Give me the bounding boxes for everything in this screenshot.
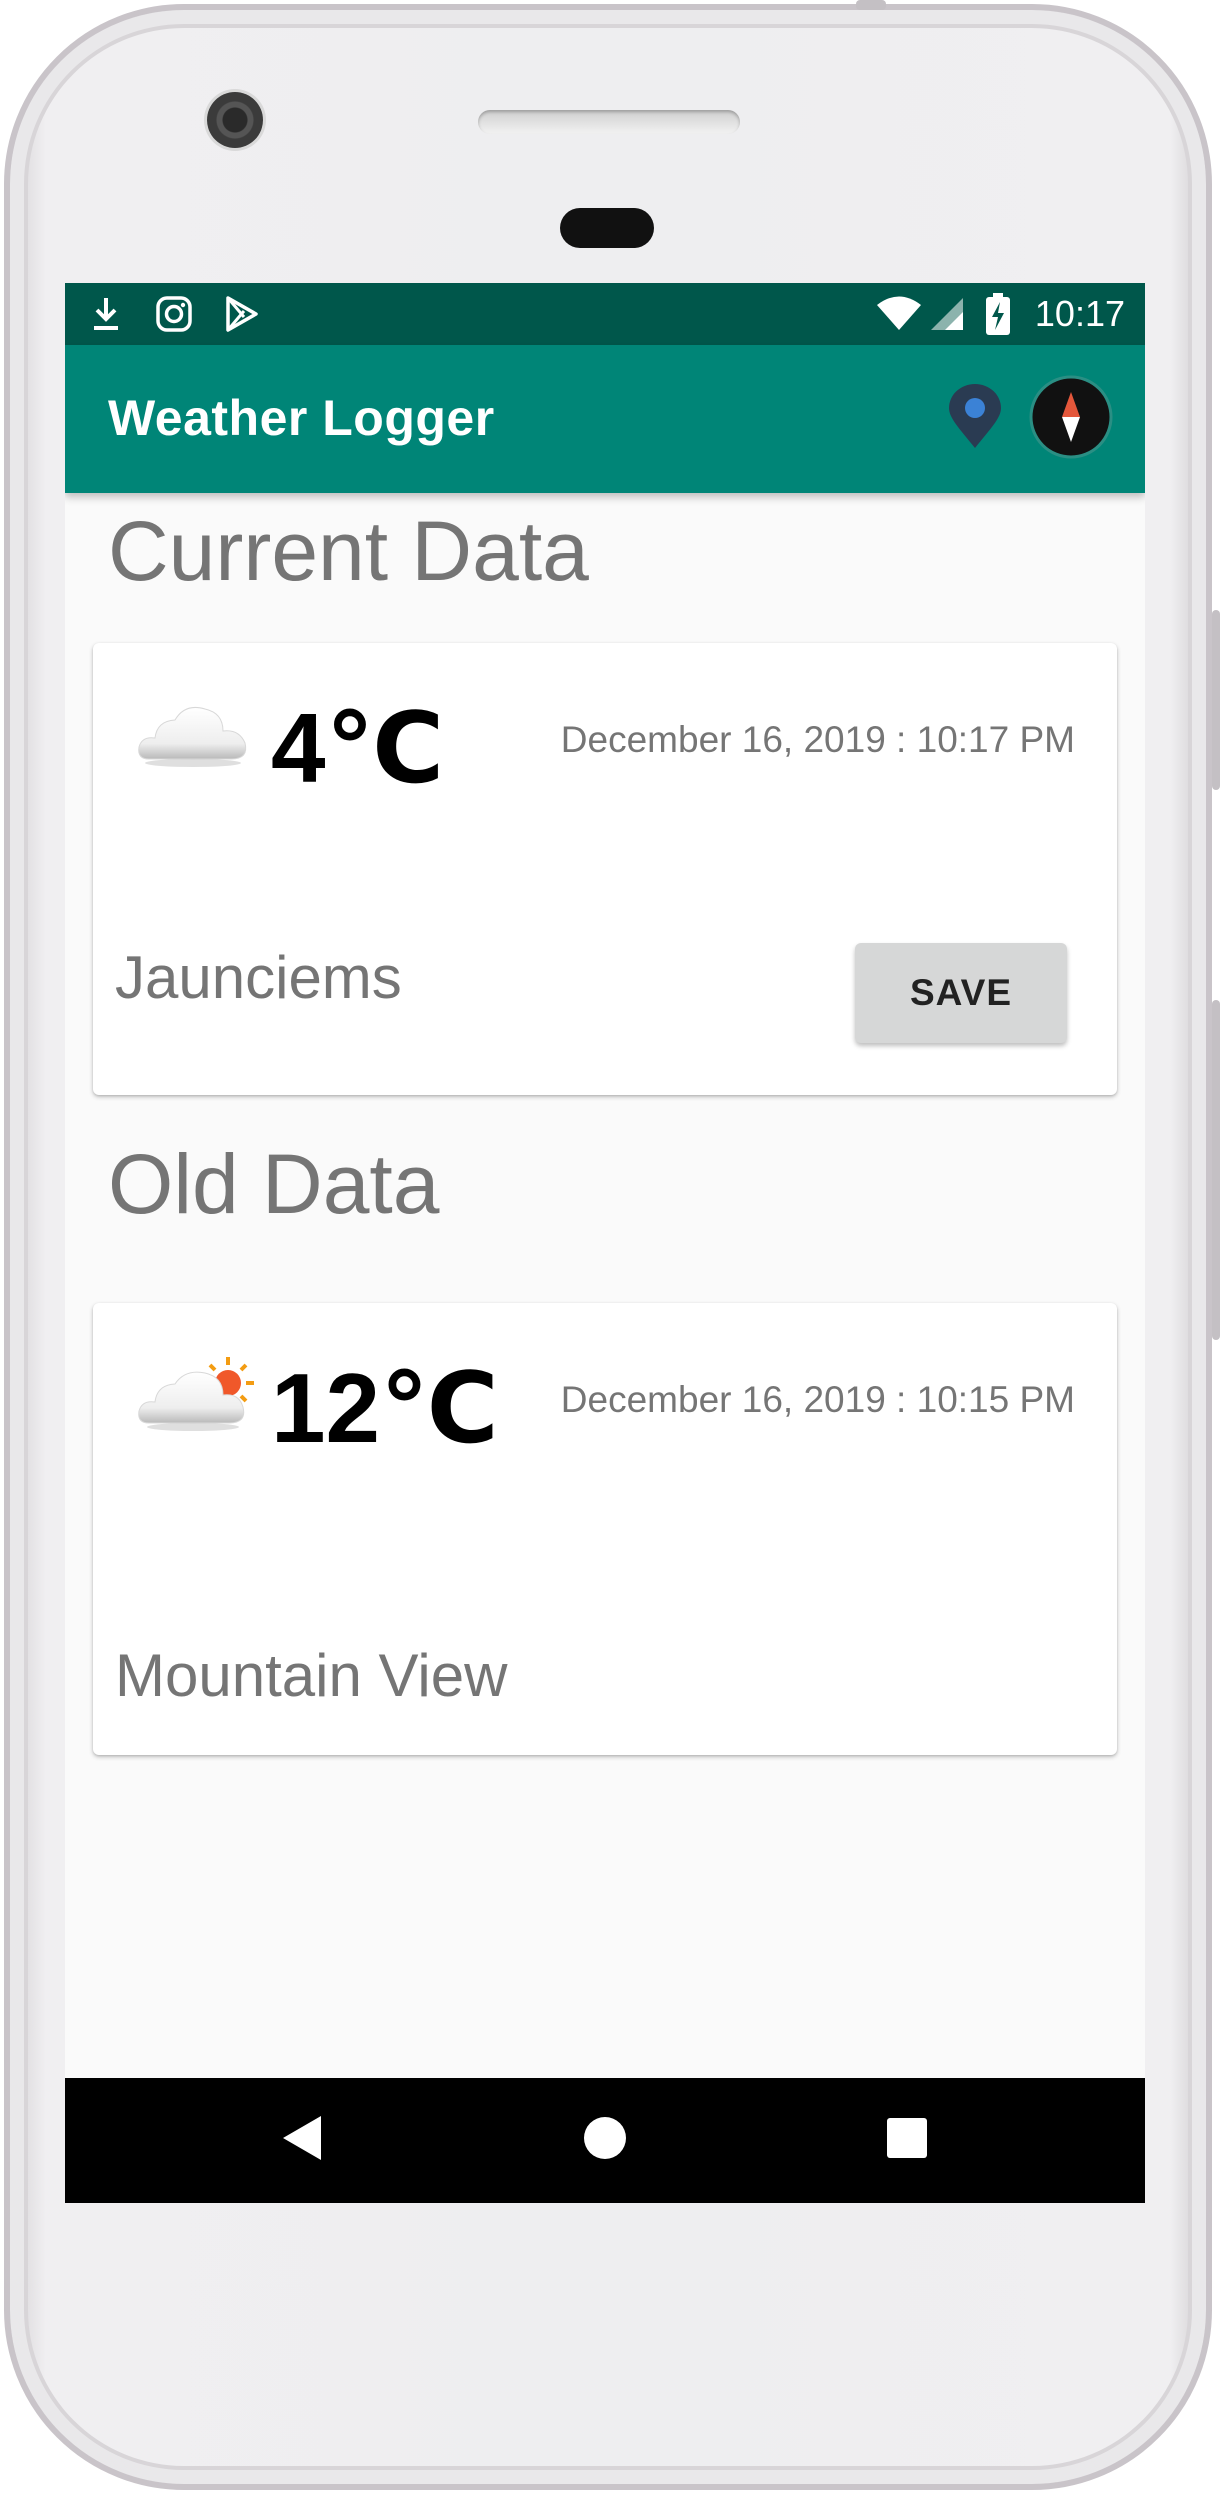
home-icon: [583, 2116, 627, 2165]
instagram-icon: [153, 293, 195, 335]
old-data-heading: Old Data: [108, 1137, 440, 1231]
recents-button[interactable]: [875, 2108, 939, 2172]
old-location: Mountain View: [115, 1642, 508, 1709]
current-weather-card: 4℃ December 16, 2019 : 10:17 PM Jaunciem…: [93, 643, 1117, 1095]
device-screen: 10:17 Weather Logger Current Data 4℃ Dec…: [65, 283, 1145, 2203]
front-camera: [207, 92, 263, 148]
power-button: [1212, 610, 1220, 790]
recents-icon: [886, 2117, 928, 2164]
app-bar: Weather Logger: [65, 345, 1145, 493]
app-title: Weather Logger: [108, 390, 495, 446]
status-clock: 10:17: [1034, 293, 1125, 334]
cloud-sun-icon: [135, 1351, 254, 1441]
cloud-icon: [135, 691, 253, 781]
old-temperature: 12℃: [271, 1353, 499, 1463]
back-icon: [281, 2114, 325, 2167]
old-datetime: December 16, 2019 : 10:15 PM: [560, 1379, 1075, 1420]
current-datetime: December 16, 2019 : 10:17 PM: [560, 719, 1075, 760]
signal-icon: [927, 293, 967, 335]
volume-button: [1212, 1000, 1220, 1340]
proximity-sensor: [560, 208, 654, 248]
wifi-icon: [875, 293, 923, 335]
compass-button[interactable]: [1023, 371, 1119, 467]
compass-icon: [1028, 374, 1114, 465]
current-temperature: 4℃: [271, 693, 445, 803]
location-pin-icon: [945, 383, 1005, 455]
save-button[interactable]: SAVE: [855, 943, 1067, 1043]
old-weather-card[interactable]: 12℃ December 16, 2019 : 10:15 PM Mountai…: [93, 1303, 1117, 1755]
play-store-icon: [221, 293, 263, 335]
status-bar: 10:17: [65, 283, 1145, 345]
navigation-bar: [65, 2078, 1145, 2203]
current-location: Jaunciems: [115, 944, 402, 1011]
top-edge-button: [856, 0, 886, 10]
home-button[interactable]: [573, 2108, 637, 2172]
location-button[interactable]: [927, 371, 1023, 467]
current-data-heading: Current Data: [108, 504, 589, 598]
back-button[interactable]: [271, 2108, 335, 2172]
battery-charging-icon: [983, 293, 1013, 335]
earpiece-speaker: [478, 110, 740, 134]
download-icon: [85, 293, 127, 335]
